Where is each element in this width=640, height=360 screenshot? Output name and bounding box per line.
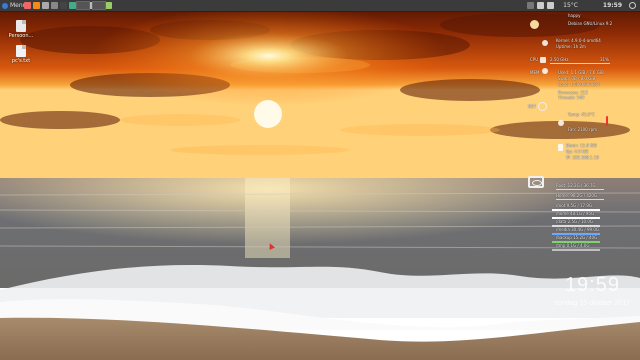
image-icon[interactable] [105,2,112,9]
disk-bar [556,189,604,190]
process-line: Threads: 540 [558,95,585,100]
mem-line: Swap: 0B / 8.0 GiB [558,76,596,81]
conky-kernel: Kernel: 4.9.0-4-amd64 [556,38,601,43]
editor-icon[interactable] [69,2,76,9]
desktop-icon-personal-folder[interactable]: Persoon... [4,20,38,39]
document-icon [558,144,563,151]
taskbar-item[interactable] [76,1,90,10]
desktop-wallpaper [0,0,640,360]
weather-label[interactable]: 15°C [563,1,578,10]
cpu-bar [550,63,610,64]
menu-icon [2,2,8,9]
disk-bar [556,199,604,200]
power-icon[interactable] [629,2,636,9]
storage-bar [552,249,600,251]
user-avatar-icon [530,20,539,29]
net-label: NET [528,104,536,109]
text-file-icon [16,45,26,57]
cpu-icon [540,57,546,63]
storage-line: /backup 15.2G / 40G [556,235,598,240]
menu-button[interactable]: Menu [2,1,26,10]
temperature-icon [558,120,564,126]
desktop-icon-label: pc's.txt [11,58,31,64]
desktop-icon-label: Persoon... [8,33,34,39]
desktop-date: zondag 15 oktober 2017 [554,300,630,307]
storage-line: /root 9.5G / 17.9G [556,203,592,208]
browser-icon[interactable] [24,2,31,9]
info-icon [542,40,548,46]
hard-disk-icon [528,176,544,188]
storage-line: /media 30.4G / 99.0G [556,227,599,232]
network-line: Down: 15.0 KiB [566,143,597,148]
mem-line: Load: 1.08 0.98 0.84 [558,82,600,87]
desktop-clock: 19:59 [564,274,620,296]
tray-network-icon[interactable] [537,2,544,9]
files-icon[interactable] [42,2,49,9]
disk-line: Root: 12.3G / 36.7G [556,183,596,188]
network-line: Up: 4.0 KiB [566,149,589,154]
thermometer-icon [606,116,608,126]
cpu-usage: 31% [600,57,609,62]
conky-username: happy [568,13,581,18]
taskbar-item[interactable] [92,1,106,10]
terminal-icon[interactable] [60,2,67,9]
mem-line: Used: 1.1 GiB / 7.6 GiB [558,70,604,75]
settings-icon[interactable] [51,2,58,9]
cpu-label: CPU [530,57,539,62]
gear-icon [542,68,548,74]
disk-line: Home: 98.2G / 420G [556,193,598,198]
conky-uptime: Uptime: 1h 2m [556,44,586,49]
firefox-icon[interactable] [33,2,40,9]
temp-line: Fan: 2100 rpm [568,127,598,132]
folder-icon [16,20,26,32]
tray-app-icon[interactable] [527,2,534,9]
network-line: IP: 192.168.1.10 [566,155,599,160]
globe-icon [538,102,547,111]
desktop-icon-text-file[interactable]: pc's.txt [4,45,38,64]
panel-clock[interactable]: 19:59 [603,0,622,11]
tray-volume-icon[interactable] [547,2,554,9]
top-panel: Menu 15°C 19:59 [0,0,640,12]
storage-line: /tmp 0.1G / 4.0G [556,243,590,248]
storage-line: /home 48.1G / 95G [556,211,595,216]
temp-line: Temp: 45.0°C [568,112,595,117]
conky-distro: Debian GNU/Linux 9.2 [568,21,613,26]
storage-line: /data 2.5G / 10.0G [556,219,593,224]
cpu-frequency: 2.50 GHz [550,57,569,62]
mem-label: MEM [530,70,540,75]
